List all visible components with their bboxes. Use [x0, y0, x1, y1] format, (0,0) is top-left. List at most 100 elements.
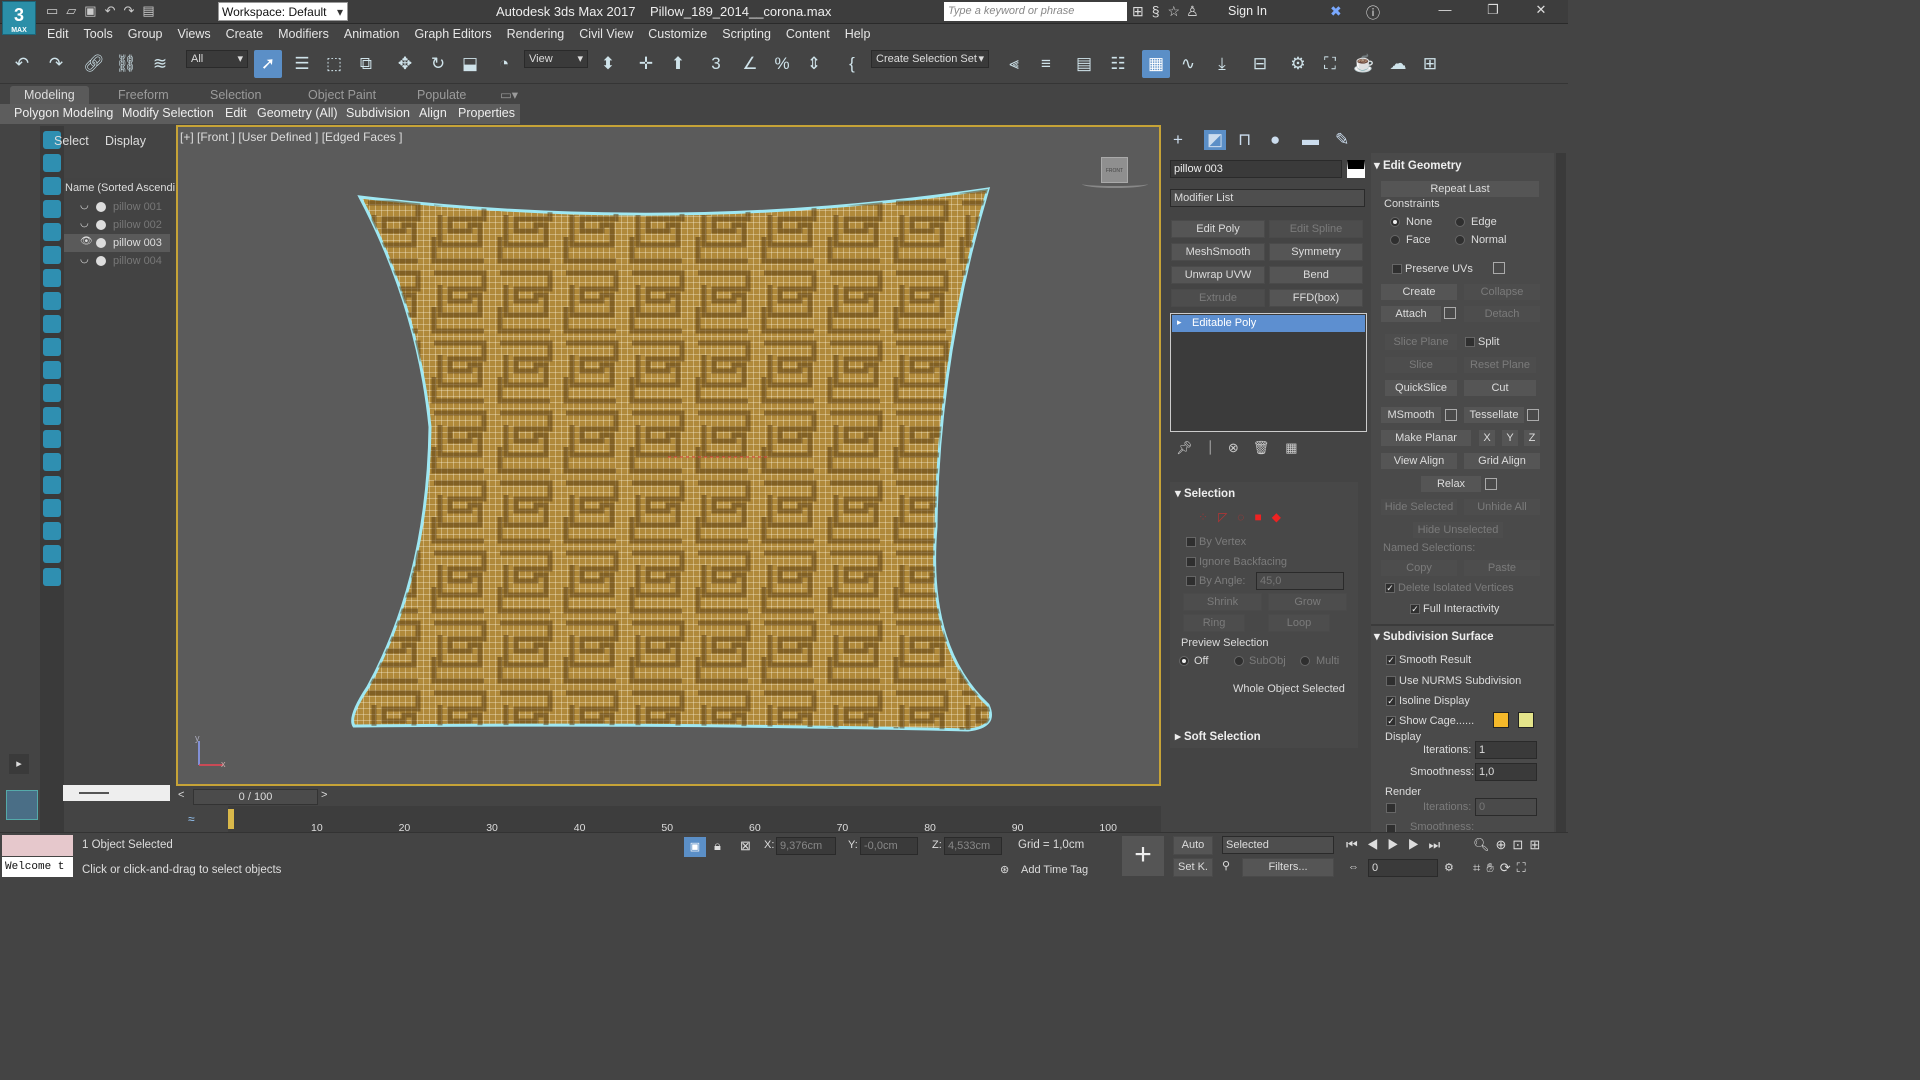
display-spacewarps-icon[interactable] — [43, 269, 61, 287]
display-all-icon[interactable] — [43, 430, 61, 448]
prev-frame-arrow[interactable]: < — [178, 789, 192, 805]
zoom-icon[interactable]: 🔍︎ — [1473, 837, 1496, 852]
preview-subobj-radio[interactable] — [1234, 656, 1244, 666]
menu-views[interactable]: Views — [168, 24, 216, 41]
modifier-button-edit-spline[interactable]: Edit Spline — [1269, 220, 1363, 238]
ribbon-panel-properties[interactable]: Properties — [458, 106, 515, 120]
tab-select[interactable]: Select — [54, 134, 89, 148]
display-frozen-icon[interactable] — [43, 384, 61, 402]
pivot-center-icon[interactable]: ⬍ — [594, 50, 622, 78]
auto-key-button[interactable]: Auto — [1173, 836, 1213, 855]
modifier-button-bend[interactable]: Bend — [1269, 266, 1363, 284]
next-frame-arrow[interactable]: > — [321, 789, 335, 805]
menu-create[interactable]: Create — [217, 24, 270, 41]
render-setup-icon[interactable]: ⚙ — [1284, 50, 1312, 78]
window-crossing-icon[interactable]: ⧉ — [352, 50, 380, 78]
modify-tab-icon[interactable]: ◩ — [1204, 130, 1227, 150]
orbit-icon[interactable]: ⟳ — [1500, 860, 1517, 875]
isolate-selection-icon[interactable]: ▣ — [684, 837, 706, 857]
rotate-icon[interactable]: ↻ — [424, 50, 452, 78]
scene-item[interactable]: ◡ pillow 001 — [64, 198, 170, 216]
display-cameras-icon[interactable] — [43, 223, 61, 241]
lock-selection-icon[interactable]: 🔒︎ — [714, 838, 721, 854]
rendered-frame-window-icon[interactable]: ⛶ — [1316, 50, 1344, 78]
view-align-button[interactable]: View Align — [1380, 452, 1458, 470]
msmooth-settings-icon[interactable] — [1445, 409, 1457, 421]
preview-multi-radio[interactable] — [1300, 656, 1310, 666]
close-button[interactable]: ✕ — [1526, 2, 1556, 22]
display-helpers-icon[interactable] — [43, 246, 61, 264]
display-dependents-icon[interactable] — [43, 476, 61, 494]
save-icon[interactable]: ▣ — [84, 3, 96, 18]
by-angle-checkbox[interactable] — [1186, 576, 1196, 586]
go-to-end-icon[interactable]: ⏭ — [1429, 837, 1450, 852]
current-frame-marker[interactable] — [228, 809, 234, 829]
element-icon[interactable]: ◆ — [1272, 510, 1281, 524]
funnel-icon[interactable] — [43, 545, 61, 563]
ribbon-tab-object-paint[interactable]: Object Paint — [294, 86, 390, 104]
vertex-icon[interactable]: ⁘ — [1198, 510, 1208, 524]
relax-button[interactable]: Relax — [1420, 475, 1482, 493]
key-mode-icon[interactable]: ⇔ — [1348, 861, 1359, 873]
hide-unselected-button[interactable]: Hide Unselected — [1412, 521, 1504, 539]
repeat-last-button[interactable]: Repeat Last — [1380, 180, 1540, 198]
loop-button[interactable]: Loop — [1268, 614, 1330, 632]
curve-editor-icon[interactable]: ∿ — [1174, 50, 1202, 78]
select-children-icon[interactable] — [43, 499, 61, 517]
display-iterations-spinner[interactable]: 1 — [1475, 741, 1537, 759]
polygon-icon[interactable]: ■ — [1254, 510, 1261, 524]
display-geometry-icon[interactable] — [43, 154, 61, 172]
link-icon[interactable]: 🔗︎ — [80, 50, 108, 78]
redo-icon[interactable]: ↷ — [124, 3, 135, 18]
open-file-icon[interactable]: ▱ — [66, 3, 76, 18]
viewcube-ring[interactable] — [1082, 180, 1148, 188]
rect-selection-icon[interactable]: ⬚ — [320, 50, 348, 78]
workspace-dropdown[interactable]: Workspace: Default — [218, 2, 348, 22]
folder-icon[interactable] — [43, 568, 61, 586]
ribbon-panel-subdivision[interactable]: Subdivision — [346, 106, 410, 120]
undo-icon[interactable]: ↶ — [105, 3, 116, 18]
detach-button[interactable]: Detach — [1463, 305, 1541, 323]
expand-arrow-icon[interactable]: ▸ — [1177, 317, 1182, 328]
ribbon-tab-freeform[interactable]: Freeform — [104, 86, 183, 104]
render-iterations-checkbox[interactable] — [1386, 803, 1396, 813]
mirror-icon[interactable]: ⫷ — [1000, 50, 1028, 78]
quickslice-button[interactable]: QuickSlice — [1384, 379, 1458, 397]
material-editor-icon[interactable]: ⊟ — [1246, 50, 1274, 78]
x-coordinate-field[interactable]: 9,376cm — [776, 837, 836, 855]
field-of-view-icon[interactable]: ⌗ — [1473, 860, 1486, 875]
percent-snap-icon[interactable]: % — [768, 50, 796, 78]
ignore-backfacing-checkbox[interactable] — [1186, 557, 1196, 567]
undo-icon[interactable]: ↶ — [8, 50, 36, 78]
constraint-face-radio[interactable] — [1390, 235, 1400, 245]
attach-list-icon[interactable] — [1444, 307, 1456, 319]
edit-geometry-header[interactable]: ▾ Edit Geometry — [1374, 158, 1462, 172]
display-smoothness-spinner[interactable]: 1,0 — [1475, 763, 1537, 781]
zoom-extents-all-icon[interactable]: ⊞ — [1529, 837, 1546, 852]
preserve-uvs-checkbox[interactable] — [1392, 264, 1402, 274]
show-end-result-icon[interactable]: ⏐ — [1207, 440, 1214, 455]
menu-rendering[interactable]: Rendering — [498, 24, 571, 41]
menu-animation[interactable]: Animation — [335, 24, 406, 41]
help-icon[interactable]: ⓘ — [1366, 3, 1380, 23]
menu-help[interactable]: Help — [836, 24, 877, 41]
modifier-button-edit-poly[interactable]: Edit Poly — [1171, 220, 1265, 238]
full-interactivity-checkbox[interactable]: ✓ — [1410, 604, 1420, 614]
exchange-icon[interactable]: ✖ — [1330, 3, 1342, 20]
ribbon-tab-populate[interactable]: Populate — [403, 86, 480, 104]
connect-icon[interactable]: § — [1152, 3, 1160, 19]
ribbon-options-icon[interactable]: ▭▾ — [486, 86, 532, 104]
render-cloud-icon[interactable]: ⊞ — [1416, 50, 1444, 78]
constraint-normal-radio[interactable] — [1455, 235, 1465, 245]
unlink-icon[interactable]: ⛓︎ — [112, 50, 140, 78]
visibility-eye-icon[interactable]: ◡ — [80, 254, 89, 265]
expand-panel-icon[interactable]: ▸ — [9, 754, 29, 774]
angle-snap-icon[interactable]: ∠ — [736, 50, 764, 78]
select-by-name-icon[interactable]: ☰ — [288, 50, 316, 78]
cage-color-1-swatch[interactable] — [1493, 712, 1509, 728]
edge-icon[interactable]: ◸ — [1218, 510, 1227, 524]
planar-z-button[interactable]: Z — [1523, 429, 1541, 447]
set-key-mode-icon[interactable]: + — [1122, 836, 1164, 876]
menu-tools[interactable]: Tools — [75, 24, 119, 41]
viewport-label[interactable]: [+] [Front ] [User Defined ] [Edged Face… — [180, 130, 402, 144]
